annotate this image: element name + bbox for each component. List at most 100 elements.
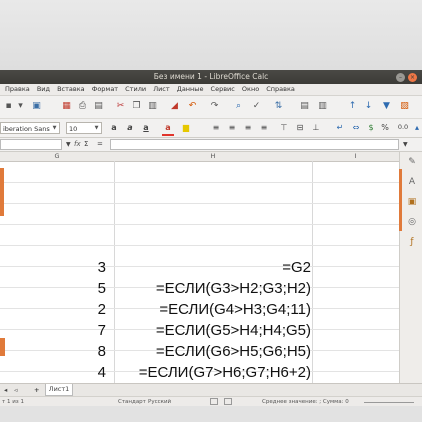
sheet-tab-1[interactable]: Лист1 <box>45 384 73 396</box>
cell-g6[interactable]: 8 <box>0 341 106 362</box>
cell-h4[interactable]: =ЕСЛИ(G4>H3;G4;11) <box>114 299 311 320</box>
formula-bar: ▼ fx Σ = ▼ <box>0 138 422 152</box>
align-bottom-icon[interactable]: ⊥ <box>310 121 322 134</box>
center-vertically-icon[interactable]: ⊟ <box>294 121 306 134</box>
wrap-text-icon[interactable]: ↵ <box>334 121 346 134</box>
styles-icon[interactable]: A <box>406 176 418 188</box>
first-sheet-icon[interactable]: ◂ <box>4 384 7 396</box>
column-header-g[interactable]: G <box>0 152 114 161</box>
print-icon[interactable]: ⎙ <box>76 100 89 113</box>
selection-marker <box>0 168 4 216</box>
row-divider <box>0 203 399 204</box>
currency-icon[interactable]: $ <box>366 121 376 134</box>
properties-icon[interactable]: ✎ <box>406 156 418 168</box>
row-divider <box>0 224 399 225</box>
cut-icon[interactable]: ✂ <box>114 100 127 113</box>
column-header-i[interactable]: I <box>312 152 399 161</box>
underline-icon[interactable]: a <box>140 121 152 134</box>
menu-format[interactable]: Формат <box>92 84 118 95</box>
expand-formula-bar-icon[interactable]: ▼ <box>403 139 408 150</box>
cell-g4[interactable]: 2 <box>0 299 106 320</box>
cell-h5[interactable]: =ЕСЛИ(G5>H4;H4;G5) <box>114 320 311 341</box>
title-bar: Без имени 1 - LibreOffice Calc – × <box>0 70 422 84</box>
add-sheet-icon[interactable]: + <box>34 384 39 396</box>
print-preview-icon[interactable]: ▤ <box>92 100 105 113</box>
cell-g7[interactable]: 4 <box>0 362 106 383</box>
cell-h6[interactable]: =ЕСЛИ(G6>H5;G6;H5) <box>114 341 311 362</box>
percent-button[interactable]: % <box>380 121 390 134</box>
find-replace-icon[interactable]: ⌕ <box>232 100 245 113</box>
sum-button[interactable]: Σ <box>84 139 88 150</box>
standard-toolbar: ▪ ▾ ▣ ▦ ⎙ ▤ ✂ ❐ ▥ ◢ ↶ ↷ ⌕ ✓ ⇅ ▤ ▥ ↑ ↓ ▼ … <box>0 96 422 119</box>
menu-insert[interactable]: Вставка <box>57 84 85 95</box>
menu-data[interactable]: Данные <box>177 84 204 95</box>
cell-g3[interactable]: 5 <box>0 278 106 299</box>
column-header-h[interactable]: H <box>114 152 312 161</box>
italic-icon[interactable]: a <box>124 121 136 134</box>
menu-sheet[interactable]: Лист <box>153 84 169 95</box>
chevron-down-icon[interactable]: ▼ <box>92 123 101 133</box>
formula-equals-button[interactable]: = <box>97 139 103 150</box>
chevron-down-icon[interactable]: ▼ <box>66 139 71 150</box>
copy-icon[interactable]: ❐ <box>130 100 143 113</box>
chevron-down-icon[interactable]: ▼ <box>50 123 59 133</box>
column-icon[interactable]: ▥ <box>316 100 329 113</box>
formula-input[interactable] <box>110 139 399 150</box>
background-wall <box>0 0 422 70</box>
zoom-slider[interactable] <box>364 402 414 403</box>
row-icon[interactable]: ▤ <box>298 100 311 113</box>
save-icon[interactable]: ▣ <box>30 100 43 113</box>
menu-edit[interactable]: Правка <box>5 84 30 95</box>
menu-bar: Правка Вид Вставка Формат Стили Лист Дан… <box>0 84 422 96</box>
sort-icon[interactable]: ⇅ <box>272 100 285 113</box>
spreadsheet-grid[interactable]: G H I 3 =G2 5 =ЕСЛИ(G3>H2;G3;H2) 2 =ЕСЛИ… <box>0 152 399 383</box>
close-icon[interactable]: × <box>408 73 417 82</box>
undo-icon[interactable]: ↶ <box>186 100 199 113</box>
minimize-icon[interactable]: – <box>396 73 405 82</box>
font-name-box[interactable]: iberation Sans ▼ <box>0 122 60 134</box>
align-left-icon[interactable]: ≡ <box>210 121 222 134</box>
cell-h3[interactable]: =ЕСЛИ(G3>H2;G3;H2) <box>114 278 311 299</box>
add-decimal-icon[interactable]: ▴ <box>411 121 422 134</box>
justify-icon[interactable]: ≡ <box>258 121 270 134</box>
vertical-scrollbar[interactable] <box>399 169 402 231</box>
align-top-icon[interactable]: ⊤ <box>278 121 290 134</box>
navigator-icon[interactable]: ◎ <box>406 216 418 228</box>
align-center-icon[interactable]: ≡ <box>226 121 238 134</box>
gallery-icon[interactable]: ▣ <box>406 196 418 208</box>
menu-help[interactable]: Справка <box>266 84 295 95</box>
number-format-button[interactable]: 0.0 <box>395 121 411 134</box>
cell-h2[interactable]: =G2 <box>114 257 311 278</box>
function-wizard-button[interactable]: fx <box>74 139 81 150</box>
clone-formatting-icon[interactable]: ◢ <box>168 100 181 113</box>
cell-g2[interactable]: 3 <box>0 257 106 278</box>
menu-window[interactable]: Окно <box>242 84 259 95</box>
font-size-box[interactable]: 10 ▼ <box>66 122 102 134</box>
font-color-icon[interactable]: a <box>162 121 174 136</box>
row-divider <box>0 245 399 246</box>
bold-icon[interactable]: a <box>108 121 120 134</box>
menu-styles[interactable]: Стили <box>125 84 146 95</box>
autofilter-icon[interactable]: ▼ <box>380 100 393 113</box>
menu-view[interactable]: Вид <box>37 84 50 95</box>
cell-h7[interactable]: =ЕСЛИ(G7>H6;G7;H6+2) <box>114 362 311 383</box>
functions-icon[interactable]: ƒ <box>406 236 418 248</box>
align-right-icon[interactable]: ≡ <box>242 121 254 134</box>
menu-tools[interactable]: Сервис <box>211 84 235 95</box>
open-icon[interactable]: ▾ <box>14 100 27 113</box>
export-pdf-icon[interactable]: ▦ <box>60 100 73 113</box>
redo-icon[interactable]: ↷ <box>208 100 221 113</box>
paste-icon[interactable]: ▥ <box>146 100 159 113</box>
sort-descending-icon[interactable]: ↓ <box>362 100 375 113</box>
spelling-icon[interactable]: ✓ <box>250 100 263 113</box>
selection-mode-icon[interactable] <box>210 398 218 405</box>
highlight-color-icon[interactable]: ▆ <box>180 121 192 134</box>
merge-cells-icon[interactable]: ⇔ <box>350 121 362 134</box>
sort-ascending-icon[interactable]: ↑ <box>346 100 359 113</box>
digital-signature-icon[interactable] <box>224 398 232 405</box>
cell-g5[interactable]: 7 <box>0 320 106 341</box>
insert-image-icon[interactable]: ▨ <box>398 100 411 113</box>
previous-sheet-icon[interactable]: ◃ <box>14 384 17 396</box>
name-box[interactable] <box>0 139 62 150</box>
font-size-value: 10 <box>69 125 78 133</box>
